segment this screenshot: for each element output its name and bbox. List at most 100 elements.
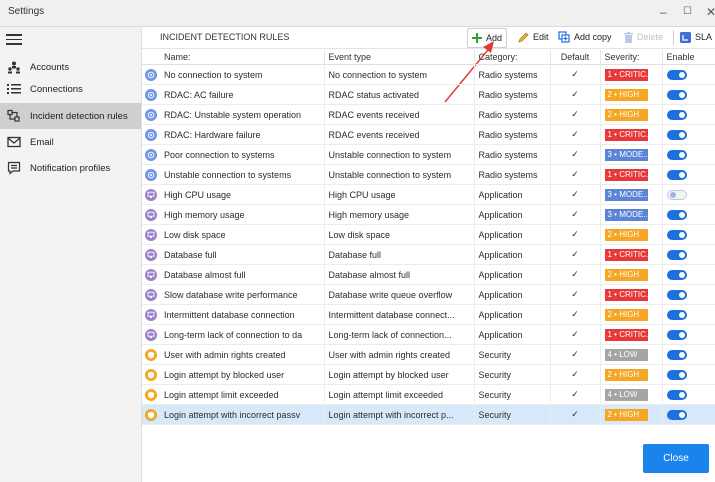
enable-cell <box>662 364 715 385</box>
radio-category-icon <box>145 68 157 81</box>
table-row[interactable]: Long-term lack of connection to da Long-t… <box>142 324 715 345</box>
table-row[interactable]: High memory usage High memory usage Applic… <box>142 204 715 225</box>
enable-cell <box>662 184 715 205</box>
table-row[interactable]: Login attempt limit exceeded Login attemp… <box>142 384 715 405</box>
severity-badge: 2 • HIGH <box>604 408 648 421</box>
rules-table: Name: Event type Category: Default Sever… <box>142 50 715 425</box>
app-category-icon <box>145 208 157 221</box>
category: Application <box>474 204 551 225</box>
rule-name: Database full <box>160 244 325 265</box>
rule-name: Poor connection to systems <box>160 144 325 165</box>
rule-name: Long-term lack of connection to da <box>160 324 325 345</box>
default-checkmark: ✓ <box>550 324 601 345</box>
table-row[interactable]: Login attempt with incorrect passv Login … <box>142 404 715 425</box>
delete-button[interactable]: Delete <box>624 28 663 46</box>
app-category-icon <box>145 268 157 281</box>
column-header-default[interactable]: Default <box>550 50 601 65</box>
sidebar-item-label: Accounts <box>30 61 70 73</box>
category: Security <box>474 384 551 405</box>
enable-cell <box>662 164 715 185</box>
column-header-event-type[interactable]: Event type <box>324 50 475 65</box>
event-type: Unstable connection to system <box>324 144 475 165</box>
severity-badge: 2 • HIGH <box>604 108 648 121</box>
enable-toggle[interactable] <box>666 409 687 420</box>
table-row[interactable]: High CPU usage High CPU usage Application ✓… <box>142 184 715 205</box>
table-row[interactable]: User with admin rights created User with … <box>142 344 715 365</box>
severity-cell: 3 • MODE... <box>600 204 663 225</box>
add-copy-button[interactable]: Add copy <box>558 28 612 46</box>
table-row[interactable]: Unstable connection to systems Unstable c… <box>142 164 715 185</box>
add-button[interactable]: Add <box>467 28 508 48</box>
enable-toggle[interactable] <box>666 209 687 220</box>
table-row[interactable]: Login attempt by blocked user Login attem… <box>142 364 715 385</box>
enable-toggle[interactable] <box>666 69 687 80</box>
severity-badge: 2 • HIGH <box>604 88 648 101</box>
row-icon-cell <box>142 384 160 405</box>
rule-name: RDAC: Unstable system operation <box>160 104 325 125</box>
sidebar-item-incident-detection-rules[interactable]: Incident detection rules <box>0 103 141 129</box>
category: Security <box>474 344 551 365</box>
incident-rules-icon <box>6 108 22 124</box>
column-header-name[interactable]: Name: <box>160 50 325 65</box>
table-row[interactable]: Low disk space Low disk space Application ✓… <box>142 224 715 245</box>
enable-toggle[interactable] <box>666 169 687 180</box>
rule-name: Intermittent database connection <box>160 304 325 325</box>
table-row[interactable]: Slow database write performance Database … <box>142 284 715 305</box>
enable-toggle[interactable] <box>666 129 687 140</box>
sidebar-item-email[interactable]: Email <box>0 129 141 155</box>
table-row[interactable]: No connection to system No connection to … <box>142 64 715 85</box>
event-type: Database write queue overflow <box>324 284 475 305</box>
column-header-enable[interactable]: Enable <box>662 50 715 65</box>
event-type: Unstable connection to system <box>324 164 475 185</box>
severity-badge: 1 • CRITIC... <box>604 168 648 181</box>
severity-cell: 2 • HIGH <box>600 84 663 105</box>
row-icon-cell <box>142 84 160 105</box>
enable-toggle[interactable] <box>666 109 687 120</box>
enable-cell <box>662 104 715 125</box>
row-icon-cell <box>142 64 160 85</box>
minimize-button[interactable]: – <box>660 4 667 20</box>
enable-toggle[interactable] <box>666 229 687 240</box>
enable-toggle[interactable] <box>666 89 687 100</box>
enable-toggle[interactable] <box>666 389 687 400</box>
column-header-severity[interactable]: Severity: <box>600 50 663 65</box>
enable-toggle[interactable] <box>666 289 687 300</box>
table-row[interactable]: Database almost full Database almost full… <box>142 264 715 285</box>
severity-cell: 4 • LOW <box>600 384 663 405</box>
enable-toggle[interactable] <box>666 149 687 160</box>
enable-toggle[interactable] <box>666 269 687 280</box>
edit-button[interactable]: Edit <box>518 28 549 46</box>
table-row[interactable]: Poor connection to systems Unstable conne… <box>142 144 715 165</box>
close-window-button[interactable]: ✕ <box>706 4 715 20</box>
enable-toggle[interactable] <box>666 309 687 320</box>
close-button[interactable]: Close <box>643 444 709 473</box>
row-icon-cell <box>142 104 160 125</box>
enable-toggle[interactable] <box>666 249 687 260</box>
enable-toggle[interactable] <box>666 329 687 340</box>
hamburger-menu-icon[interactable] <box>6 31 22 45</box>
sidebar-item-connections[interactable]: Connections <box>0 76 141 102</box>
enable-toggle[interactable] <box>666 189 687 200</box>
event-type: User with admin rights created <box>324 344 475 365</box>
severity-badge: 4 • LOW <box>604 388 648 401</box>
category: Application <box>474 184 551 205</box>
row-icon-cell <box>142 184 160 205</box>
severity-cell: 2 • HIGH <box>600 264 663 285</box>
table-row[interactable]: RDAC: AC failure RDAC status activated Rad… <box>142 84 715 105</box>
sla-button[interactable]: SLA <box>680 28 712 46</box>
table-row[interactable]: RDAC: Unstable system operation RDAC even… <box>142 104 715 125</box>
enable-toggle[interactable] <box>666 369 687 380</box>
table-row[interactable]: RDAC: Hardware failure RDAC events receiv… <box>142 124 715 145</box>
enable-cell <box>662 264 715 285</box>
column-header-category[interactable]: Category: <box>474 50 551 65</box>
enable-toggle[interactable] <box>666 349 687 360</box>
event-type: Login attempt limit exceeded <box>324 384 475 405</box>
severity-cell: 1 • CRITIC... <box>600 284 663 305</box>
severity-badge: 3 • MODE... <box>604 188 648 201</box>
table-row[interactable]: Database full Database full Application ✓ 1 … <box>142 244 715 265</box>
row-icon-cell <box>142 284 160 305</box>
rule-name: Login attempt limit exceeded <box>160 384 325 405</box>
sidebar-item-notification-profiles[interactable]: Notification profiles <box>0 155 141 181</box>
maximize-button[interactable]: ☐ <box>683 4 692 20</box>
table-row[interactable]: Intermittent database connection Intermit… <box>142 304 715 325</box>
